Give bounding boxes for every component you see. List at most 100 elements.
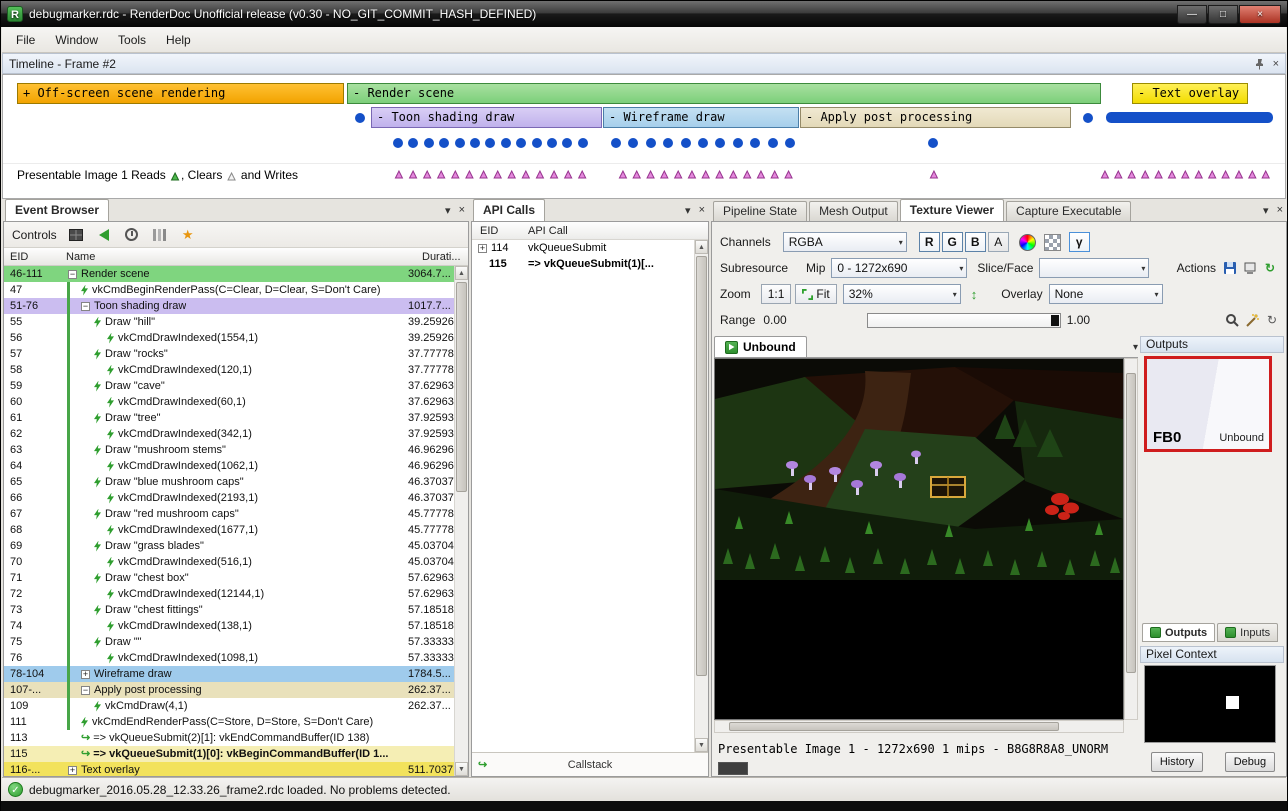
- event-row-62[interactable]: 62vkCmdDrawIndexed(342,1)37.92593: [4, 426, 454, 442]
- draw-event-dot[interactable]: [516, 138, 526, 148]
- texture-tab-unbound[interactable]: Unbound: [714, 336, 807, 357]
- event-row-61[interactable]: 61Draw "tree"37.92593: [4, 410, 454, 426]
- texture-vscrollbar[interactable]: [1124, 358, 1138, 720]
- draw-event-dot[interactable]: [408, 138, 418, 148]
- zoom-1to1-button[interactable]: 1:1: [761, 284, 792, 304]
- scrollbar-thumb[interactable]: [1126, 373, 1136, 673]
- event-row-70[interactable]: 70vkCmdDrawIndexed(516,1)45.03704: [4, 554, 454, 570]
- event-row-66[interactable]: 66vkCmdDrawIndexed(2193,1)46.37037: [4, 490, 454, 506]
- draw-event-dot[interactable]: [424, 138, 434, 148]
- capture-grid-icon[interactable]: [67, 227, 85, 243]
- close-button[interactable]: ×: [1239, 5, 1281, 24]
- channel-g-button[interactable]: G: [942, 232, 963, 252]
- chevron-down-icon[interactable]: ▾: [1263, 204, 1269, 217]
- event-row-58[interactable]: 58vkCmdDrawIndexed(120,1)37.77778: [4, 362, 454, 378]
- mip-dropdown[interactable]: 0 - 1272x690: [831, 258, 967, 278]
- draw-event-dot[interactable]: [681, 138, 691, 148]
- tab-mesh-output[interactable]: Mesh Output: [809, 201, 898, 221]
- jump-to-event-icon[interactable]: [95, 227, 113, 243]
- draw-event-dot[interactable]: [470, 138, 480, 148]
- draw-event-dot[interactable]: [578, 138, 588, 148]
- event-row-65[interactable]: 65Draw "blue mushroom caps"46.37037: [4, 474, 454, 490]
- timeline-marker[interactable]: + Off-screen scene rendering: [17, 83, 344, 104]
- menu-item-window[interactable]: Window: [45, 30, 108, 50]
- scrollbar-thumb[interactable]: [696, 256, 707, 676]
- scroll-up-icon[interactable]: ▲: [455, 266, 468, 280]
- tab-capture-executable[interactable]: Capture Executable: [1006, 201, 1131, 221]
- event-row-113[interactable]: 113↪=> vkQueueSubmit(2)[1]: vkEndCommand…: [4, 730, 454, 746]
- scrollbar-thumb[interactable]: [729, 722, 1059, 731]
- zoom-dropdown[interactable]: 32%: [843, 284, 961, 304]
- bookmark-star-icon[interactable]: ★: [179, 227, 197, 243]
- draw-event-dot[interactable]: [611, 138, 621, 148]
- event-row-116-...[interactable]: 116-...+Text overlay511.7037: [4, 762, 454, 776]
- event-row-109[interactable]: 109vkCmdDraw(4,1)262.37...: [4, 698, 454, 714]
- tab-outputs[interactable]: Outputs: [1142, 623, 1215, 642]
- timeline-marker[interactable]: - Render scene: [347, 83, 1101, 104]
- tab-api-calls[interactable]: API Calls: [473, 199, 545, 221]
- draw-event-dot[interactable]: [393, 138, 403, 148]
- output-fb0-thumbnail[interactable]: FB0 Unbound: [1144, 356, 1272, 452]
- draw-event-dot[interactable]: [1083, 113, 1093, 123]
- pixel-context-view[interactable]: [1144, 665, 1276, 743]
- event-row-55[interactable]: 55Draw "hill"39.25926: [4, 314, 454, 330]
- title-bar[interactable]: R debugmarker.rdc - RenderDoc Unofficial…: [1, 1, 1287, 27]
- event-row-78-104[interactable]: 78-104+Wireframe draw1784.5...: [4, 666, 454, 682]
- tab-pipeline-state[interactable]: Pipeline State: [713, 201, 807, 221]
- event-row-76[interactable]: 76vkCmdDrawIndexed(1098,1)57.33333: [4, 650, 454, 666]
- event-browser-scrollbar[interactable]: ▲ ▼: [454, 266, 468, 776]
- tab-texture-viewer[interactable]: Texture Viewer: [900, 199, 1004, 221]
- range-slider-handle[interactable]: [1051, 315, 1059, 326]
- range-slider[interactable]: [867, 313, 1061, 328]
- scroll-down-icon[interactable]: ▼: [695, 738, 708, 752]
- event-row-71[interactable]: 71Draw "chest box"57.62963: [4, 570, 454, 586]
- event-row-72[interactable]: 72vkCmdDrawIndexed(12144,1)57.62963: [4, 586, 454, 602]
- event-row-68[interactable]: 68vkCmdDrawIndexed(1677,1)45.77778: [4, 522, 454, 538]
- draw-event-dot[interactable]: [733, 138, 743, 148]
- api-row-114[interactable]: +114vkQueueSubmit: [472, 240, 695, 256]
- event-row-51-76[interactable]: 51-76−Toon shading draw1017.7...: [4, 298, 454, 314]
- event-row-64[interactable]: 64vkCmdDrawIndexed(1062,1)46.96296: [4, 458, 454, 474]
- menu-item-help[interactable]: Help: [156, 30, 201, 50]
- draw-event-dot[interactable]: [768, 138, 778, 148]
- draw-events-bar[interactable]: [1106, 112, 1273, 123]
- event-row-67[interactable]: 67Draw "red mushroom caps"45.77778: [4, 506, 454, 522]
- event-row-59[interactable]: 59Draw "cave"37.62963: [4, 378, 454, 394]
- gamma-button[interactable]: γ: [1069, 232, 1090, 252]
- event-row-107-...[interactable]: 107-...−Apply post processing262.37...: [4, 682, 454, 698]
- tab-event-browser[interactable]: Event Browser: [5, 199, 109, 221]
- event-row-111[interactable]: 111vkCmdEndRenderPass(C=Store, D=Store, …: [4, 714, 454, 730]
- event-row-57[interactable]: 57Draw "rocks"37.77778: [4, 346, 454, 362]
- tab-inputs[interactable]: Inputs: [1217, 623, 1278, 642]
- event-row-115[interactable]: 115↪=> vkQueueSubmit(1)[0]: vkBeginComma…: [4, 746, 454, 762]
- draw-event-dot[interactable]: [547, 138, 557, 148]
- timeline-marker[interactable]: - Text overlay: [1132, 83, 1248, 104]
- channel-a-button[interactable]: A: [988, 232, 1009, 252]
- channel-r-button[interactable]: R: [919, 232, 940, 252]
- callstack-section[interactable]: ↪ Callstack: [472, 752, 708, 776]
- timeline-marker[interactable]: - Toon shading draw: [371, 107, 602, 128]
- slice-face-dropdown[interactable]: [1039, 258, 1149, 278]
- checkerboard-icon[interactable]: [1044, 234, 1061, 251]
- draw-event-dot[interactable]: [750, 138, 760, 148]
- background-color-swatch[interactable]: [718, 762, 748, 775]
- scroll-up-icon[interactable]: ▲: [695, 240, 708, 254]
- close-icon[interactable]: ×: [1277, 204, 1283, 217]
- draw-event-dot[interactable]: [785, 138, 795, 148]
- draw-event-dot[interactable]: [355, 113, 365, 123]
- draw-event-dot[interactable]: [646, 138, 656, 148]
- debug-button[interactable]: Debug: [1225, 752, 1275, 772]
- draw-event-dot[interactable]: [532, 138, 542, 148]
- column-eid[interactable]: EID: [472, 225, 528, 237]
- timeline-canvas[interactable]: Presentable Image 1 Reads ▲, Clears ▲ an…: [2, 74, 1286, 199]
- minimize-button[interactable]: —: [1177, 5, 1207, 24]
- draw-event-dot[interactable]: [628, 138, 638, 148]
- timeline-panel-header[interactable]: Timeline - Frame #2 ×: [2, 53, 1286, 74]
- event-row-63[interactable]: 63Draw "mushroom stems"46.96296: [4, 442, 454, 458]
- column-name[interactable]: Name: [62, 251, 422, 263]
- event-row-73[interactable]: 73Draw "chest fittings"57.18518: [4, 602, 454, 618]
- draw-event-dot[interactable]: [485, 138, 495, 148]
- flip-y-icon[interactable]: ↕: [971, 287, 978, 302]
- color-wheel-icon[interactable]: [1019, 234, 1036, 251]
- scroll-down-icon[interactable]: ▼: [455, 762, 468, 776]
